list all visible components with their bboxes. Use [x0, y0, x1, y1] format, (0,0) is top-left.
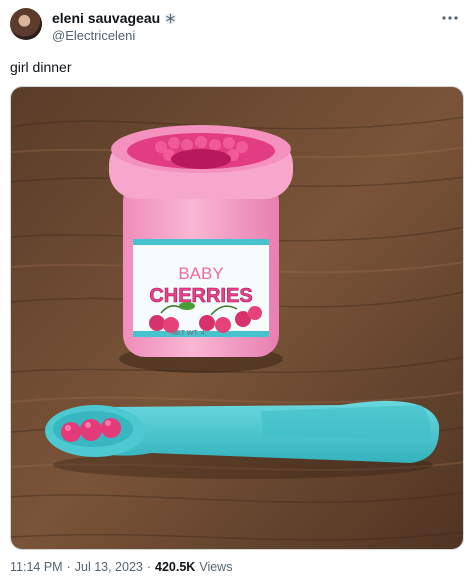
views-count[interactable]: 420.5K — [155, 560, 195, 574]
jar-label-cherries: CHERRIES — [149, 285, 252, 307]
tweet-header: eleni sauvageau @Electriceleni — [10, 8, 464, 44]
more-options-button[interactable] — [438, 8, 462, 28]
meta-separator: · — [146, 560, 152, 574]
jar-label-baby: BABY — [178, 264, 223, 283]
author-display-name[interactable]: eleni sauvageau — [52, 10, 160, 27]
snowflake-icon — [165, 12, 177, 25]
toy-spoon — [45, 400, 440, 479]
author-display-name-row[interactable]: eleni sauvageau — [52, 10, 177, 27]
tweet-text: girl dinner — [10, 59, 72, 75]
views-label: Views — [199, 560, 233, 574]
meta-separator: · — [66, 560, 71, 574]
tweet-time[interactable]: 11:14 PM — [10, 560, 63, 574]
tweet-photo[interactable]: BABY CHERRIES NET WT. 4 — [10, 86, 464, 550]
baby-cherries-jar: BABY CHERRIES NET WT. 4 — [109, 125, 293, 357]
tweet-meta: 11:14 PM · Jul 13, 2023 · 420.5K Views — [10, 560, 232, 574]
author-handle[interactable]: @Electriceleni — [52, 27, 177, 44]
tweet-date[interactable]: Jul 13, 2023 — [75, 560, 143, 574]
photo-illustration: BABY CHERRIES NET WT. 4 — [11, 87, 463, 549]
avatar[interactable] — [10, 8, 42, 40]
more-dots-icon — [442, 16, 458, 20]
author-names: eleni sauvageau @Electriceleni — [52, 10, 177, 44]
jar-label-netwt: NET WT. 4 — [171, 330, 205, 337]
